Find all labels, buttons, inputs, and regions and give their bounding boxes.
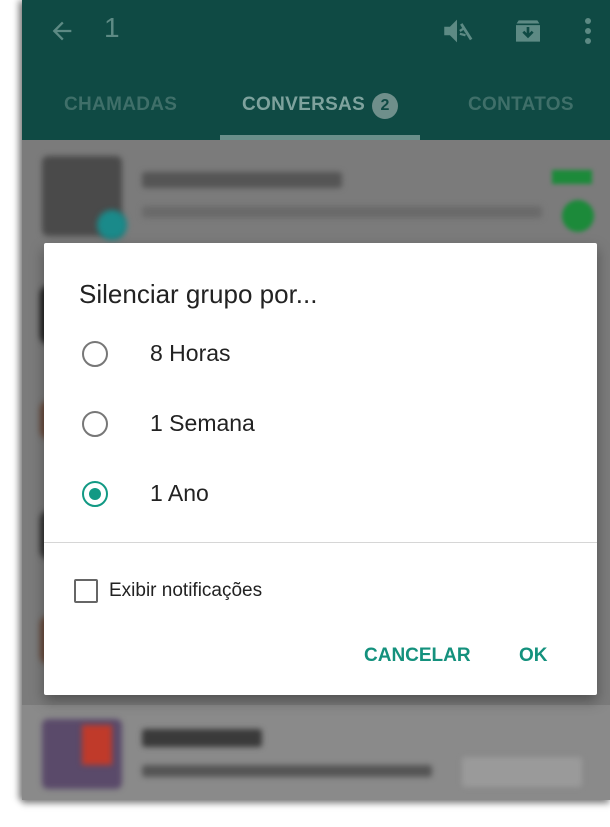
dialog-title: Silenciar grupo por... xyxy=(79,279,318,309)
mute-icon[interactable] xyxy=(440,14,474,48)
radio-button[interactable] xyxy=(82,411,108,437)
blurred-name xyxy=(142,729,262,747)
show-notifications-label[interactable]: Exibir notificações xyxy=(109,580,262,602)
archive-icon[interactable] xyxy=(512,15,544,47)
status-dot xyxy=(97,210,127,240)
back-arrow-icon[interactable] xyxy=(48,17,76,45)
radio-button[interactable] xyxy=(82,341,108,367)
radio-button-selected[interactable] xyxy=(82,481,108,507)
cancel-button[interactable]: CANCELAR xyxy=(364,645,471,667)
option-label: 1 Semana xyxy=(150,410,255,436)
blurred-name xyxy=(142,172,342,188)
list-item xyxy=(22,705,610,800)
app-toolbar: 1 CHAMADAS CONVERSAS 2 CONTATOS xyxy=(22,0,610,140)
blurred-message xyxy=(142,765,432,777)
option-label: 1 Ano xyxy=(150,480,209,506)
option-label: 8 Horas xyxy=(150,340,231,366)
ok-button[interactable]: OK xyxy=(519,645,548,667)
tab-calls[interactable]: CHAMADAS xyxy=(64,94,177,116)
blurred-unread xyxy=(562,200,594,232)
active-tab-indicator xyxy=(220,135,420,140)
more-vert-icon[interactable] xyxy=(582,16,594,46)
avatar-detail xyxy=(82,725,112,765)
blurred-message xyxy=(142,206,542,218)
mute-dialog: Silenciar grupo por... 8 Horas 1 Semana … xyxy=(44,243,597,695)
show-notifications-checkbox[interactable] xyxy=(74,579,98,603)
unread-badge: 2 xyxy=(372,93,398,119)
divider xyxy=(44,542,597,543)
blurred-time xyxy=(552,170,592,184)
option-8-hours[interactable]: 8 Horas xyxy=(44,326,597,386)
tab-chats[interactable]: CONVERSAS xyxy=(242,94,365,116)
screenshot-frame: 1 CHAMADAS CONVERSAS 2 CONTATOS Silencia… xyxy=(0,0,610,827)
selected-count: 1 xyxy=(104,12,120,43)
option-1-week[interactable]: 1 Semana xyxy=(44,396,597,456)
list-item xyxy=(22,150,610,240)
blurred-time xyxy=(462,757,582,787)
tab-contacts[interactable]: CONTATOS xyxy=(468,94,574,116)
option-1-year[interactable]: 1 Ano xyxy=(44,466,597,526)
